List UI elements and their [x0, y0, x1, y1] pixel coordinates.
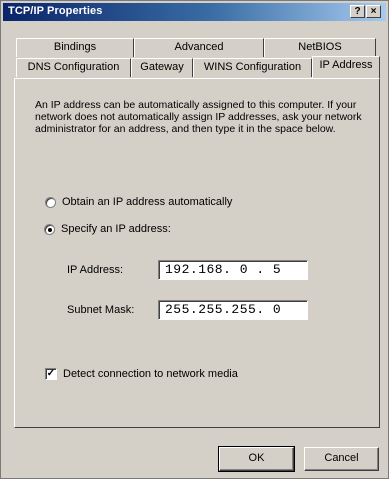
tcpip-properties-dialog: TCP/IP Properties ? × Bindings Advanced …	[0, 0, 389, 479]
specify-ip-label: Specify an IP address:	[61, 223, 171, 235]
tab-dns-configuration[interactable]: DNS Configuration	[16, 58, 131, 77]
obtain-ip-radio[interactable]	[45, 196, 56, 208]
tab-gateway[interactable]: Gateway	[131, 58, 193, 77]
detect-media-label[interactable]: Detect connection to network media	[63, 368, 238, 380]
window-title: TCP/IP Properties	[8, 5, 103, 17]
tab-bindings[interactable]: Bindings	[16, 38, 134, 57]
help-button[interactable]: ?	[350, 5, 365, 18]
description-text: An IP address can be automatically assig…	[35, 99, 362, 135]
detect-media-checkbox[interactable]: ✓	[45, 368, 57, 380]
subnet-mask-label: Subnet Mask:	[67, 304, 135, 316]
tab-wins-configuration[interactable]: WINS Configuration	[193, 58, 312, 77]
tab-netbios[interactable]: NetBIOS	[264, 38, 376, 57]
tab-advanced[interactable]: Advanced	[134, 38, 264, 57]
ok-button[interactable]: OK	[218, 446, 295, 472]
specify-ip-radio[interactable]	[44, 223, 55, 235]
obtain-ip-label: Obtain an IP address automatically	[62, 196, 233, 208]
subnet-mask-field[interactable]: 255.255.255. 0	[158, 300, 308, 320]
tab-ip-address[interactable]: IP Address	[312, 56, 380, 78]
title-bar[interactable]: TCP/IP Properties ? ×	[3, 3, 386, 21]
close-button[interactable]: ×	[366, 5, 381, 18]
ip-address-label: IP Address:	[67, 264, 124, 276]
cancel-button[interactable]: Cancel	[304, 447, 379, 471]
ip-address-field[interactable]: 192.168. 0 . 5	[158, 260, 308, 280]
obtain-ip-option[interactable]: Obtain an IP address automatically	[45, 196, 232, 208]
specify-ip-option[interactable]: Specify an IP address:	[44, 223, 174, 235]
